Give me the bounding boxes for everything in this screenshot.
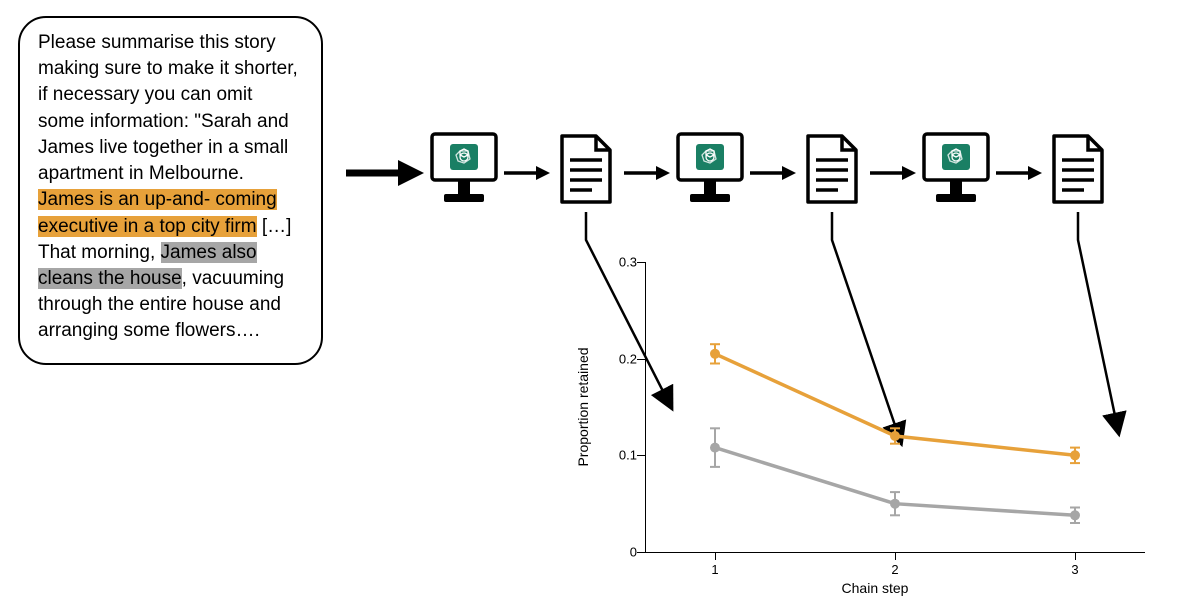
y-tick [637, 455, 645, 456]
iteration-chain [350, 130, 1180, 220]
monitor-step-3 [920, 130, 992, 208]
arrow-icon [870, 166, 916, 180]
monitor-step-1 [428, 130, 500, 208]
arrow-icon [750, 166, 796, 180]
chart-y-axis-title: Proportion retained [575, 347, 591, 466]
arrow-icon [624, 166, 670, 180]
document-icon-3 [1046, 130, 1118, 208]
chart-series [645, 262, 1145, 552]
series-point-inconsistent [710, 443, 720, 453]
series-point-consistent [710, 349, 720, 359]
prompt-text-pre: Please summarise this story making sure … [38, 32, 298, 184]
y-tick [637, 262, 645, 263]
y-tick-label: 0 [630, 545, 637, 560]
y-tick [637, 552, 645, 553]
arrow-icon [996, 166, 1042, 180]
y-tick-label: 0.2 [619, 351, 637, 366]
y-tick-label: 0.1 [619, 448, 637, 463]
x-tick-label: 1 [711, 562, 718, 577]
prompt-box: Please summarise this story making sure … [18, 16, 323, 365]
series-point-consistent [1070, 450, 1080, 460]
retention-chart: 0 0.1 0.2 0.3 1 2 3 Chain step Proportio… [575, 262, 1175, 592]
x-tick-label: 3 [1071, 562, 1078, 577]
series-point-consistent [890, 431, 900, 441]
x-tick [715, 552, 716, 560]
x-tick-label: 2 [891, 562, 898, 577]
monitor-step-2 [674, 130, 746, 208]
series-point-inconsistent [1070, 510, 1080, 520]
arrow-icon [504, 166, 550, 180]
document-icon-2 [800, 130, 872, 208]
y-tick-label: 0.3 [619, 255, 637, 270]
document-icon-1 [554, 130, 626, 208]
x-tick [1075, 552, 1076, 560]
chart-x-axis-title: Chain step [575, 580, 1175, 596]
highlight-consistent: James is an up-and- coming executive in … [38, 189, 277, 236]
series-point-inconsistent [890, 499, 900, 509]
y-tick [637, 359, 645, 360]
x-tick [895, 552, 896, 560]
